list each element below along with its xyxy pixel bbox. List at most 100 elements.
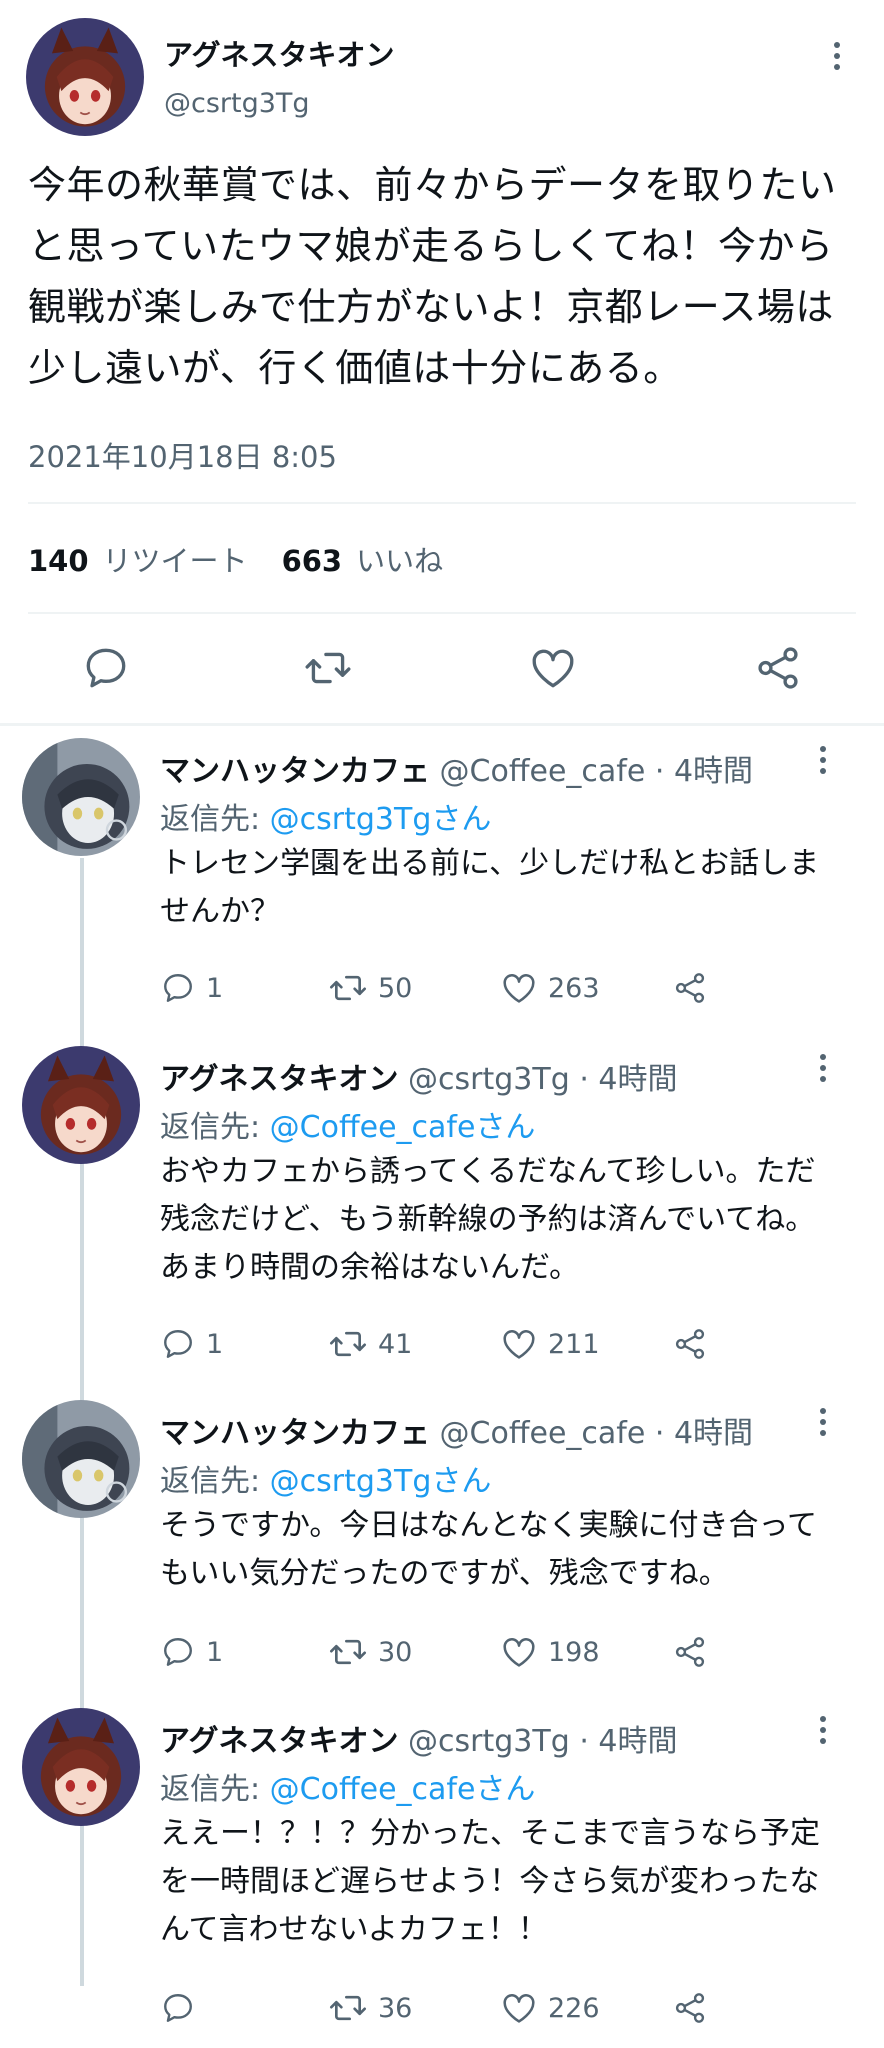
action-bar: 1 30 198 [160,1630,720,1674]
reply-icon [160,1326,196,1362]
author-name[interactable]: アグネスタキオン [160,1062,399,1097]
replying-to-mention[interactable]: @csrtg3Tgさん [270,1464,492,1499]
retweet-count: 36 [378,1992,413,2024]
like-count: 263 [548,972,600,1004]
reply-icon[interactable] [78,640,134,696]
more-icon[interactable] [822,36,852,76]
reply-header: アグネスタキオン @csrtg3Tg · 4時間 [160,1716,678,1760]
like-button[interactable]: 263 [500,966,600,1010]
retweet-button[interactable]: 41 [328,1322,412,1366]
reply-text: おやカフェから誘ってくるだなんて珍しい。ただ残念だけど、もう新幹線の予約は済んで… [160,1154,816,1285]
tweet-timestamp[interactable]: 2021年10月18日 8:05 [28,434,337,476]
reply-tweet[interactable]: マンハッタンカフェ @Coffee_cafe · 4時間 返信先: @csrtg… [0,728,884,1038]
retweet-icon [328,1324,368,1364]
meta-separator: · [654,1416,665,1451]
share-button[interactable] [672,1986,708,2030]
reply-text: ええー！？！？分かった、そこまで言うなら予定を一時間ほど遅らせよう！今さら気が変… [160,1816,820,1947]
divider [28,612,856,614]
tweet-stats: 140 リツイート 663 いいね [28,538,477,580]
share-button[interactable] [672,1630,708,1674]
retweet-button[interactable]: 30 [328,1630,412,1674]
more-icon[interactable] [808,740,838,780]
reply-button[interactable] [160,1986,206,2030]
reply-text: そうですか。今日はなんとなく実験に付き合ってもいい気分だったのですが、残念ですね… [160,1508,817,1591]
avatar[interactable] [26,18,144,136]
share-icon [672,970,708,1006]
author-handle[interactable]: @Coffee_cafe [440,1416,646,1451]
replying-to: 返信先: @csrtg3Tgさん [160,1456,491,1500]
retweet-icon [328,1632,368,1672]
replying-to-mention[interactable]: @csrtg3Tgさん [270,802,492,837]
meta-separator: · [579,1724,589,1759]
reply-tweet[interactable]: アグネスタキオン @csrtg3Tg · 4時間 返信先: @Coffee_ca… [0,1698,884,2048]
reply-count: 1 [206,972,224,1004]
share-icon [672,1326,708,1362]
author-name[interactable]: マンハッタンカフェ [160,1416,430,1451]
retweet-button[interactable]: 50 [328,966,412,1010]
author-name[interactable]: マンハッタンカフェ [160,754,430,789]
retweet-count: 50 [378,972,413,1004]
like-label[interactable]: いいね [356,538,443,580]
more-icon[interactable] [808,1048,838,1088]
replying-to-label: 返信先: [160,1464,261,1499]
reply-icon [160,1990,196,2026]
replying-to: 返信先: @Coffee_cafeさん [160,1102,535,1146]
reply-button[interactable]: 1 [160,966,223,1010]
reply-header: マンハッタンカフェ @Coffee_cafe · 4時間 [160,1408,753,1452]
like-count: 226 [548,1992,600,2024]
share-button[interactable] [672,966,708,1010]
reply-time[interactable]: 4時間 [598,1724,677,1759]
share-icon [672,1634,708,1670]
replying-to-mention[interactable]: @Coffee_cafeさん [270,1772,536,1807]
share-button[interactable] [672,1322,708,1366]
retweet-icon[interactable] [300,640,356,696]
avatar[interactable] [22,1400,140,1518]
like-button[interactable]: 198 [500,1630,600,1674]
author-name[interactable]: アグネスタキオン [160,1724,399,1759]
like-button[interactable]: 211 [500,1322,600,1366]
like-icon [500,1989,538,2027]
retweet-count[interactable]: 140 [28,544,89,578]
reply-time[interactable]: 4時間 [674,1416,753,1451]
more-icon[interactable] [808,1710,838,1750]
reply-icon [160,970,196,1006]
like-button[interactable]: 226 [500,1986,600,2030]
action-bar: 1 41 211 [160,1322,720,1366]
avatar[interactable] [22,1046,140,1164]
retweet-icon [328,968,368,1008]
avatar[interactable] [22,738,140,856]
replying-to: 返信先: @csrtg3Tgさん [160,794,491,838]
retweet-count: 41 [378,1328,413,1360]
reply-time[interactable]: 4時間 [674,754,753,789]
avatar[interactable] [22,1708,140,1826]
reply-button[interactable]: 1 [160,1322,223,1366]
replying-to-mention[interactable]: @Coffee_cafeさん [270,1110,536,1145]
share-icon[interactable] [750,640,806,696]
meta-separator: · [579,1062,589,1097]
author-handle[interactable]: @csrtg3Tg [408,1724,570,1759]
retweet-label[interactable]: リツイート [103,538,248,580]
author-handle[interactable]: @csrtg3Tg [408,1062,570,1097]
author-handle[interactable]: @Coffee_cafe [440,754,646,789]
retweet-button[interactable]: 36 [328,1986,412,2030]
like-count: 198 [548,1636,600,1668]
like-count[interactable]: 663 [282,544,343,578]
reply-time[interactable]: 4時間 [598,1062,677,1097]
author-name[interactable]: アグネスタキオン [164,32,395,74]
reply-button[interactable]: 1 [160,1630,223,1674]
replying-to-label: 返信先: [160,1110,261,1145]
action-bar [0,640,884,700]
reply-header: アグネスタキオン @csrtg3Tg · 4時間 [160,1054,678,1098]
reply-tweet[interactable]: マンハッタンカフェ @Coffee_cafe · 4時間 返信先: @csrtg… [0,1390,884,1700]
author-handle[interactable]: @csrtg3Tg [164,88,310,119]
divider [28,502,856,504]
like-count: 211 [548,1328,600,1360]
divider [0,723,884,726]
like-icon[interactable] [525,640,581,696]
reply-count: 1 [206,1636,224,1668]
replying-to-label: 返信先: [160,802,261,837]
more-icon[interactable] [808,1402,838,1442]
replying-to: 返信先: @Coffee_cafeさん [160,1764,535,1808]
retweet-count: 30 [378,1636,413,1668]
reply-tweet[interactable]: アグネスタキオン @csrtg3Tg · 4時間 返信先: @Coffee_ca… [0,1036,884,1391]
